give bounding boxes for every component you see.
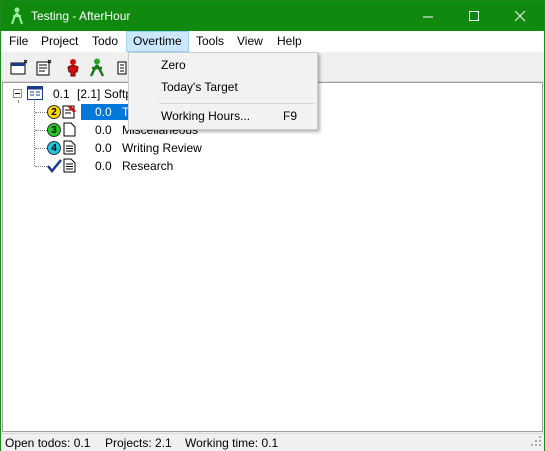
app-window: Testing - AfterHour File Project Todo Ov… [0,0,545,451]
menu-project[interactable]: Project [35,31,84,52]
menu-item-zero[interactable]: Zero [131,54,316,76]
stop-person-icon[interactable] [63,58,83,78]
root-value: 0.1 [53,87,70,101]
document-lines-icon [63,140,76,158]
document-icon [63,122,76,140]
go-person-icon[interactable] [87,58,107,78]
menu-help[interactable]: Help [271,31,308,52]
menu-bar: File Project Todo Overtime Tools View He… [1,31,544,53]
properties-icon[interactable] [34,58,54,78]
menu-todo[interactable]: Todo [86,31,124,52]
tree-row[interactable]: 0.0 Research [3,157,542,176]
collapse-toggle-icon[interactable] [13,89,22,98]
todo-value: 0.0 [95,141,112,155]
status-working-time: Working time: 0.1 [185,436,279,450]
menu-separator [159,103,314,104]
resize-grip-icon[interactable] [530,435,542,450]
todo-label: Writing Review [122,141,202,155]
document-lines-icon [63,158,76,176]
menu-file[interactable]: File [3,31,34,52]
title-bar[interactable]: Testing - AfterHour [1,1,544,31]
menu-view[interactable]: View [231,31,269,52]
close-button[interactable] [498,1,544,31]
todo-tree[interactable]: 0.1 [2.1] Softp 2 0.0 T 3 0.0 Miscellane… [2,82,543,432]
todo-value: 0.0 [95,123,112,137]
todo-label: Research [122,159,174,173]
todo-active-icon [62,104,77,122]
overtime-dropdown-menu: Zero Today's Target Working Hours... F9 [128,52,318,130]
status-open-todos: Open todos: 0.1 [5,436,91,450]
maximize-button[interactable] [452,1,498,31]
root-total: [2.1] [77,87,101,101]
window-title: Testing - AfterHour [31,9,131,23]
priority-badge: 4 [47,141,61,155]
status-projects: Projects: 2.1 [105,436,172,450]
project-icon [27,86,43,103]
checkmark-icon [47,159,62,176]
menu-item-todays-target[interactable]: Today's Target [131,76,316,98]
status-bar: Open todos: 0.1 Projects: 2.1 Working ti… [1,433,544,451]
minimize-button[interactable] [406,1,452,31]
priority-badge: 3 [47,123,61,137]
todo-value: 0.0 [95,105,112,119]
priority-badge: 2 [47,105,61,119]
menu-item-working-hours[interactable]: Working Hours... F9 [131,105,316,127]
todo-value: 0.0 [95,159,112,173]
shortcut-label: F9 [283,109,298,123]
tree-row[interactable]: 4 0.0 Writing Review [3,139,542,158]
afterhour-app-icon [9,7,25,25]
new-window-icon[interactable] [9,58,29,78]
menu-tools[interactable]: Tools [190,31,230,52]
menu-overtime[interactable]: Overtime [126,31,189,52]
